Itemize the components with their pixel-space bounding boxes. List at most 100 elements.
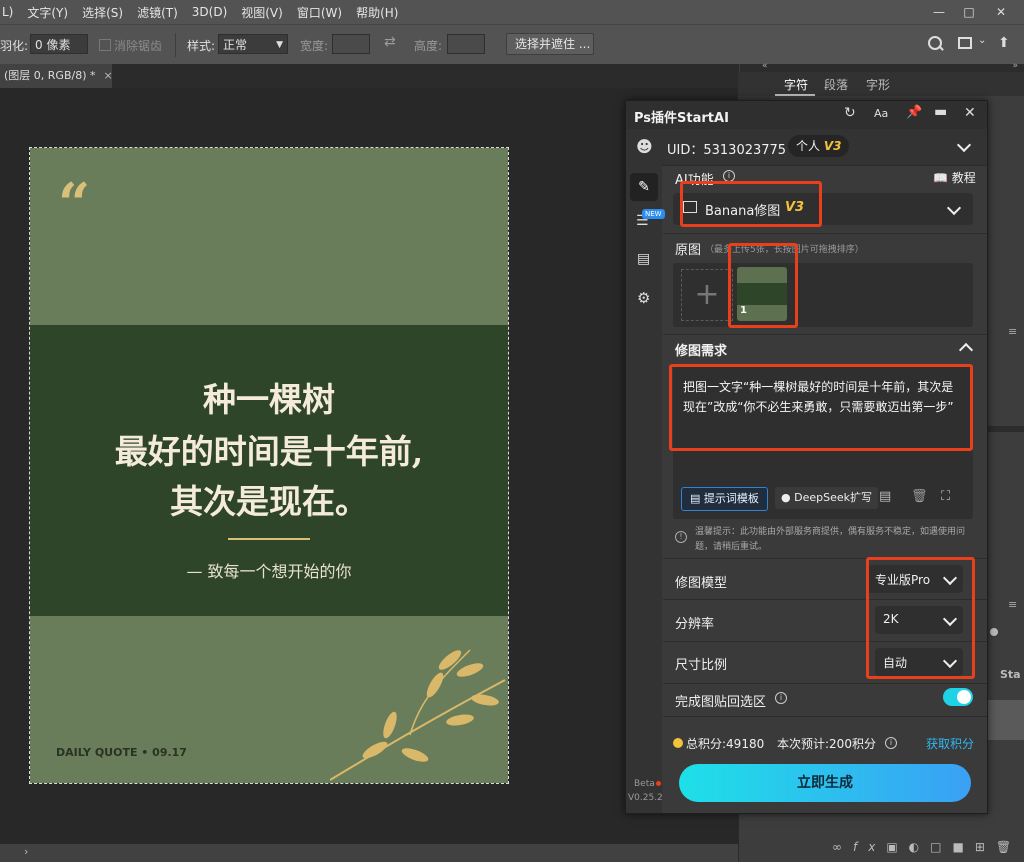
add-image-button[interactable]: +: [681, 269, 733, 321]
trash-icon[interactable]: 🗑: [911, 489, 928, 504]
width-label: 宽度:: [300, 39, 329, 53]
menu-item-select[interactable]: 选择(S): [75, 4, 130, 21]
menu-item-help[interactable]: 帮助(H): [349, 4, 405, 21]
close-tab-icon[interactable]: ×: [104, 69, 113, 82]
width-input[interactable]: [332, 34, 370, 54]
status-arrow-icon[interactable]: ›: [24, 845, 28, 858]
ai-mode-version: V3: [785, 200, 805, 215]
search-icon-handle: [938, 45, 944, 51]
select-and-mask-button[interactable]: 选择并遮住 ...: [506, 33, 594, 55]
request-textarea[interactable]: 把图一文字“种一棵树最好的时间是十年前，其次是现在”改成“你不必生来勇敢，只需要…: [673, 365, 973, 519]
menu-item-filter[interactable]: 滤镜(T): [130, 4, 185, 21]
request-label: 修图需求: [675, 344, 728, 359]
poster-line-2: 最好的时间是十年前,: [114, 432, 424, 471]
feather-input[interactable]: 0 像素: [30, 34, 88, 54]
document-tab[interactable]: (图层 0, RGB/8) * ×: [0, 64, 113, 88]
ratio-select[interactable]: 自动: [875, 648, 963, 676]
chevron-down-icon[interactable]: [956, 137, 972, 153]
menu-item-type[interactable]: 文字(Y): [20, 4, 75, 21]
options-bar: 羽化: 0 像素 消除锯齿 样式: 正常 ▼ 宽度: ⇄ 高度: 选择并遮住 ..…: [0, 24, 1024, 66]
workspace-icon[interactable]: [958, 37, 972, 49]
total-points: 总积分:49180: [686, 737, 765, 751]
font-size-icon[interactable]: Aa: [874, 107, 888, 120]
points-row: 总积分:49180 本次预计:200积分 i 获取积分: [663, 733, 987, 753]
chevron-up-icon[interactable]: [958, 342, 974, 358]
users-icon: ☻: [636, 137, 653, 156]
image-icon: [683, 201, 697, 213]
generate-button[interactable]: 立即生成: [679, 764, 971, 802]
swap-icon[interactable]: ⇄: [384, 34, 396, 50]
close-window-icon[interactable]: ✕: [986, 0, 1016, 24]
model-value: 专业版Pro: [875, 573, 931, 587]
pin-icon[interactable]: 📌: [906, 105, 922, 120]
resolution-select[interactable]: 2K: [875, 606, 963, 634]
document-icon[interactable]: ▤: [637, 251, 650, 267]
feather-label: 羽化:: [0, 39, 29, 53]
deepseek-button[interactable]: ● DeepSeek扩写: [775, 487, 878, 509]
prompt-template-label: 提示词模板: [703, 492, 759, 505]
beta-dot: [656, 781, 661, 786]
tab-glyphs[interactable]: 字形: [866, 76, 890, 93]
expand-icon[interactable]: »: [1012, 61, 1018, 71]
layers-footer-icons[interactable]: ∞fx▣◐□■⊞🗑: [832, 840, 1022, 854]
height-label: 高度:: [414, 39, 443, 53]
fullscreen-icon[interactable]: ⛶: [941, 489, 950, 504]
resolution-label: 分辨率: [675, 617, 715, 632]
poster-byline: — 致每一个想开始的你: [186, 562, 352, 581]
tutorial-link[interactable]: 📖 教程: [933, 169, 976, 186]
collapse-icon[interactable]: «: [762, 61, 768, 71]
request-text: 把图一文字“种一棵树最好的时间是十年前，其次是现在”改成“你不必生来勇敢，只需要…: [683, 380, 954, 414]
menu-item-view[interactable]: 视图(V): [234, 4, 290, 21]
panel-menu-icon[interactable]: ≡: [1008, 598, 1017, 611]
quote-band: 种一棵树 最好的时间是十年前, 其次是现在。 — 致每一个想开始的你: [30, 325, 508, 616]
panel-menu-icon[interactable]: ≡: [1008, 325, 1017, 338]
info-icon[interactable]: i: [723, 170, 735, 182]
menu-item-layer[interactable]: L): [0, 5, 20, 19]
maximize-icon[interactable]: □: [954, 0, 984, 24]
info-icon[interactable]: i: [885, 737, 897, 749]
paste-back-toggle[interactable]: [943, 688, 973, 706]
model-select[interactable]: 专业版Pro: [867, 565, 963, 593]
layer-thumbnail[interactable]: [988, 700, 1024, 740]
minimize-panel-icon[interactable]: ▬: [934, 104, 947, 120]
history-icon[interactable]: ▤: [879, 489, 891, 504]
menu-item-3d[interactable]: 3D(D): [185, 5, 234, 19]
source-thumbnail[interactable]: 1: [737, 267, 787, 321]
height-input[interactable]: [447, 34, 485, 54]
refresh-icon[interactable]: ↻: [844, 105, 856, 121]
coin-icon: [673, 738, 683, 748]
toggle-knob: [957, 690, 971, 704]
menu-item-window[interactable]: 窗口(W): [290, 4, 349, 21]
info-icon[interactable]: i: [775, 692, 787, 704]
tab-paragraph[interactable]: 段落: [824, 76, 848, 93]
poster-footer: DAILY QUOTE • 09.17: [56, 746, 187, 759]
chevron-down-icon[interactable]: ⌄: [978, 35, 986, 46]
slider-knob[interactable]: [990, 628, 998, 636]
antialias-label: 消除锯齿: [114, 39, 163, 53]
dock-collapse-bar[interactable]: «»: [740, 61, 1024, 72]
antialias-checkbox[interactable]: [99, 39, 111, 51]
upload-area[interactable]: + 1: [673, 263, 973, 327]
resolution-value: 2K: [883, 612, 899, 626]
edit-icon[interactable]: ✎: [630, 173, 658, 201]
plugin-title-bar: Ps插件StartAI ↻ Aa 📌 ▬ ✕: [626, 101, 987, 129]
divider: [663, 716, 987, 717]
share-icon[interactable]: ⬆: [998, 35, 1010, 51]
plugin-sidebar: ✎ ☰ NEW ▤ ⚙ Beta V0.25.2: [626, 165, 665, 813]
notice-info-icon: !: [675, 531, 687, 543]
prompt-template-button[interactable]: ▤ 提示词模板: [681, 487, 768, 511]
tab-character[interactable]: 字符: [784, 76, 808, 93]
get-points-link[interactable]: 获取积分: [926, 735, 974, 752]
minimize-icon[interactable]: —: [924, 0, 954, 24]
plan-label: 个人: [796, 139, 821, 153]
close-panel-icon[interactable]: ✕: [964, 105, 976, 121]
document-canvas[interactable]: “ 种一棵树 最好的时间是十年前, 其次是现在。 — 致每一个想开始的你 DAI…: [29, 147, 509, 784]
ai-mode-select[interactable]: Banana修图 V3: [673, 193, 973, 225]
chevron-down-icon: [946, 200, 962, 216]
style-select[interactable]: 正常 ▼: [218, 34, 288, 54]
thumbnail-index: 1: [740, 305, 747, 316]
chevron-down-icon: [942, 611, 958, 627]
gear-icon[interactable]: ⚙: [637, 289, 650, 307]
user-row[interactable]: ☻ UID：5313023775 个人 V3: [626, 129, 987, 166]
thumbnail-band: [737, 283, 787, 305]
